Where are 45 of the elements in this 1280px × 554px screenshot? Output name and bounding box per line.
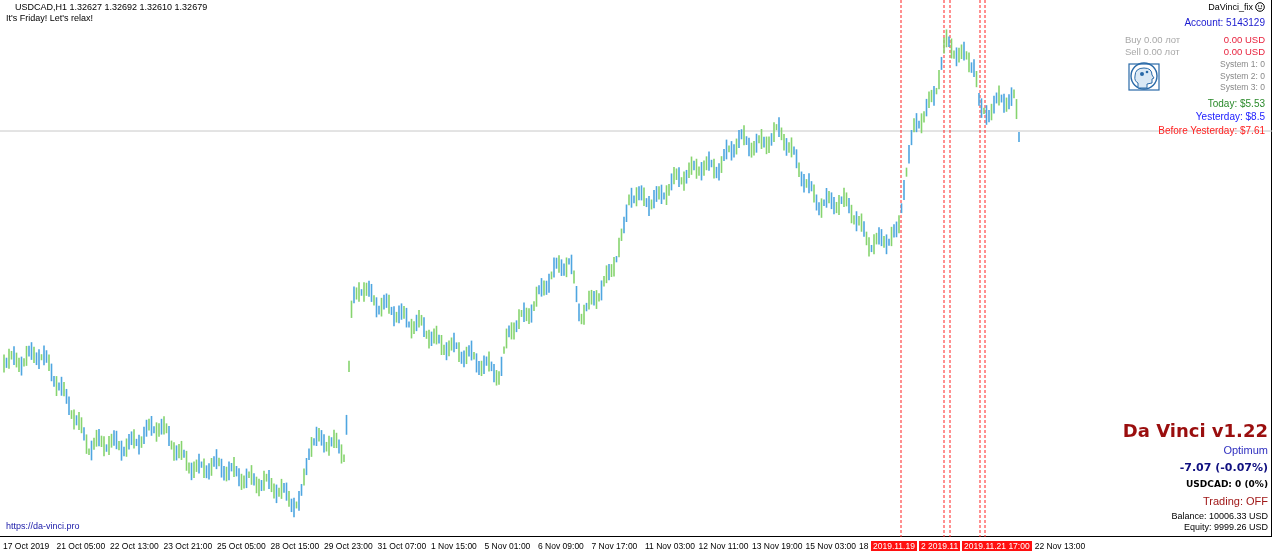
time-label: 5 Nov 01:00 — [484, 540, 532, 551]
account-number: Account: 5143129 — [1184, 17, 1265, 29]
time-label: 18 — [859, 540, 870, 551]
time-label: 15 Nov 03:00 — [805, 540, 858, 551]
sell-lots: Sell 0.00 лот — [1125, 46, 1180, 58]
mode-label: Optimum — [1223, 443, 1268, 458]
time-label: 11 Nov 03:00 — [645, 540, 696, 551]
time-label: 28 Oct 15:00 — [270, 540, 321, 551]
system-status: System 3: 0 — [1220, 82, 1265, 94]
time-label: 21 Oct 05:00 — [56, 540, 107, 551]
time-label: 29 Oct 23:00 — [324, 540, 374, 551]
date-marker-label: 2019.11.19 — [871, 540, 917, 551]
trading-status: Trading: OFF — [1203, 494, 1268, 509]
time-label: 17 Oct 2019 — [3, 540, 51, 551]
time-label: 22 Oct 13:00 — [110, 540, 160, 551]
today-profit: Today: $5.53 — [1207, 96, 1265, 110]
smiley-icon — [1255, 2, 1265, 12]
before-yesterday-profit: Before Yesterday: $7.61 — [1158, 123, 1265, 137]
buy-lots: Buy 0.00 лот — [1125, 34, 1181, 46]
symbol-quote: USDCAD,H1 1.32627 1.32692 1.32610 1.32679 — [14, 2, 208, 13]
balance-value: Balance: 10006.33 USD — [1171, 511, 1268, 522]
time-label: 1 Nov 15:00 — [431, 540, 478, 551]
time-label: 13 Nov 19:00 — [752, 540, 804, 551]
time-label: 7 Nov 17:00 — [591, 540, 639, 551]
date-marker-label: 2019.11.21 17:00 — [962, 540, 1032, 551]
time-label: 12 Nov 11:00 — [698, 540, 750, 551]
symbol-result: USDCAD: 0 (0%) — [1186, 478, 1268, 491]
date-marker-label: 2 2019.11 — [918, 540, 961, 551]
time-label: 31 Oct 07:00 — [377, 540, 428, 551]
system-status: System 2: 0 — [1220, 70, 1265, 82]
head-logo-icon — [1125, 61, 1163, 93]
time-label: 25 Oct 05:00 — [217, 540, 267, 551]
system-status: System 1: 0 — [1220, 59, 1265, 71]
time-label: 22 Nov 13:00 — [1034, 540, 1087, 551]
sell-value: 0.00 USD — [1223, 46, 1265, 58]
time-label: 23 Oct 21:00 — [163, 540, 214, 551]
profit-value: -7.07 (-0.07%) — [1179, 460, 1268, 476]
website-link[interactable]: https://da-vinci.pro — [6, 521, 80, 531]
status-message: It's Friday! Let's relax! — [6, 13, 94, 24]
expert-name: DaVinci_fix — [1208, 2, 1253, 12]
yesterday-profit: Yesterday: $8.5 — [1195, 110, 1265, 124]
time-label: 6 Nov 09:00 — [538, 540, 585, 551]
buy-value: 0.00 USD — [1223, 34, 1265, 46]
indicator-title: Da Vinci v1.22 — [1122, 420, 1268, 442]
equity-value: Equity: 9999.26 USD — [1183, 522, 1268, 533]
